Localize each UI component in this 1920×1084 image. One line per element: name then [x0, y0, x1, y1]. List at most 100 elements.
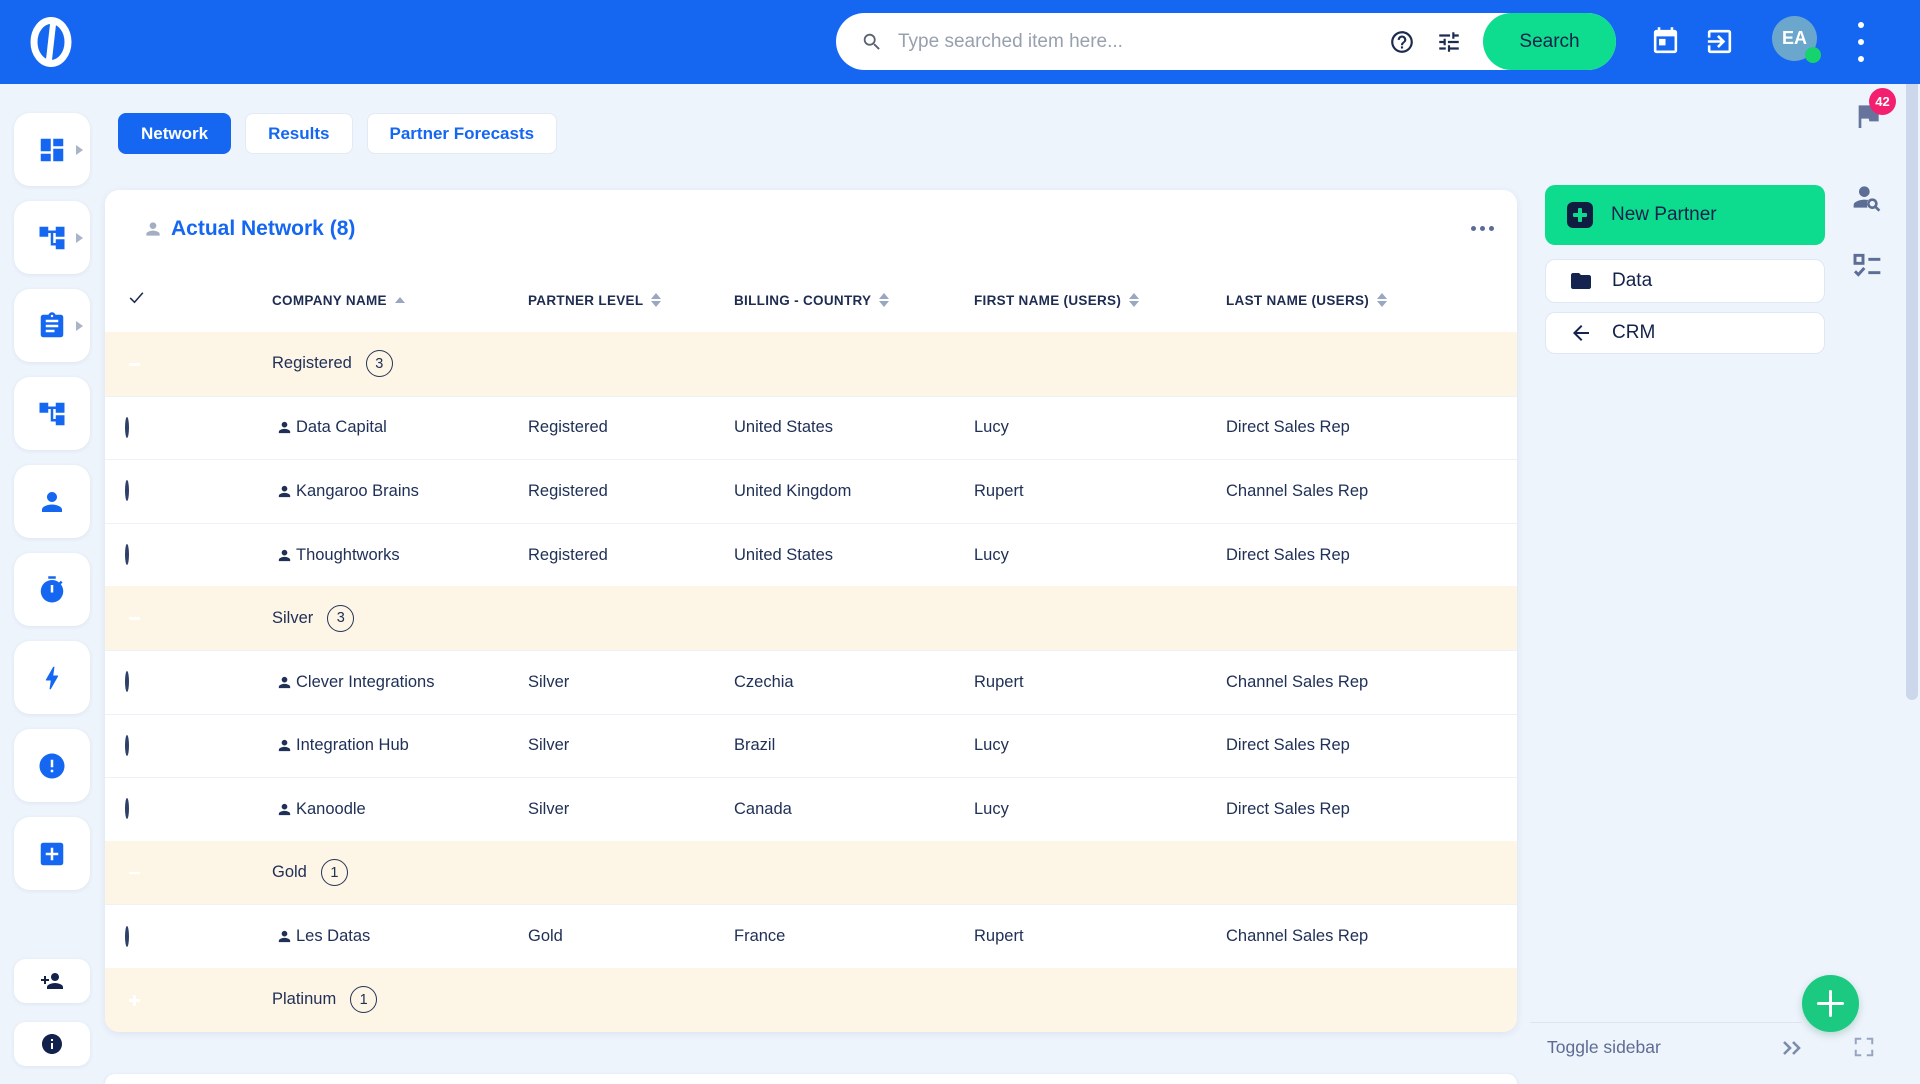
org-tree-icon	[37, 399, 67, 429]
first-name-cell: Lucy	[974, 545, 1009, 564]
crm-button[interactable]: CRM	[1545, 312, 1825, 354]
toggle-sidebar-label[interactable]: Toggle sidebar	[1547, 1037, 1661, 1058]
first-name-cell: Rupert	[974, 481, 1024, 500]
group-row-platinum[interactable]: Platinum 1	[105, 967, 1517, 1032]
person-search-icon[interactable]	[1851, 181, 1883, 213]
row-checkbox[interactable]	[125, 798, 129, 820]
person-add-icon	[40, 969, 64, 993]
sidebar-item-info[interactable]	[14, 1022, 90, 1066]
row-checkbox[interactable]	[125, 416, 129, 438]
search-button[interactable]: Search	[1483, 13, 1616, 70]
calendar-icon[interactable]	[1650, 26, 1681, 57]
company-cell: Thoughtworks	[272, 546, 528, 565]
double-chevron-right-icon[interactable]	[1780, 1038, 1806, 1058]
new-partner-button[interactable]: New Partner	[1545, 185, 1825, 245]
user-avatar[interactable]: EA	[1772, 16, 1821, 63]
first-name-cell: Rupert	[974, 927, 1024, 946]
person-icon	[37, 487, 67, 517]
search-filters-icon[interactable]	[1436, 29, 1462, 55]
table-row-les-datas[interactable]: Les Datas Gold France Rupert Channel Sal…	[105, 904, 1517, 968]
table-menu-icon[interactable]	[1467, 222, 1498, 235]
table-body: Registered 3 Data Capital Registered Uni…	[105, 332, 1517, 1032]
sidebar-item-dashboard[interactable]	[14, 113, 90, 186]
new-partner-label: New Partner	[1611, 204, 1717, 225]
flag-notifications[interactable]: 42	[1850, 88, 1900, 140]
checklist-icon[interactable]	[1851, 250, 1883, 282]
app-logo-icon[interactable]	[26, 13, 76, 71]
data-button[interactable]: Data	[1545, 259, 1825, 303]
column-header-partner-level[interactable]: PARTNER LEVEL	[528, 293, 734, 308]
row-checkbox[interactable]	[125, 925, 129, 947]
sidebar-item-person[interactable]	[14, 465, 90, 538]
company-cell: Kangaroo Brains	[272, 482, 528, 501]
fullscreen-icon[interactable]	[1853, 1036, 1875, 1058]
company-name: Clever Integrations	[296, 672, 435, 691]
row-checkbox[interactable]	[125, 480, 129, 502]
sidebar-item-add-box[interactable]	[14, 817, 90, 890]
select-all-column[interactable]	[105, 288, 272, 312]
table-row-thoughtworks[interactable]: Thoughtworks Registered United States Lu…	[105, 522, 1517, 587]
left-rail-bottom	[14, 959, 90, 1066]
table-row-kangaroo-brains[interactable]: Kangaroo Brains Registered United Kingdo…	[105, 459, 1517, 523]
last-name-cell: Channel Sales Rep	[1226, 927, 1369, 946]
help-icon[interactable]	[1389, 29, 1415, 55]
group-row-gold[interactable]: Gold 1	[105, 840, 1517, 905]
more-options-icon[interactable]	[1858, 22, 1866, 62]
billing-country-cell: Czechia	[734, 672, 794, 691]
online-status-dot	[1805, 47, 1821, 63]
vertical-scrollbar[interactable]	[1906, 60, 1918, 700]
sidebar-item-alert[interactable]	[14, 729, 90, 802]
column-header-first-name-users-[interactable]: FIRST NAME (USERS)	[974, 293, 1226, 308]
billing-country-cell: Brazil	[734, 736, 776, 755]
sidebar-item-bolt[interactable]	[14, 641, 90, 714]
sidebar-item-timer[interactable]	[14, 553, 90, 626]
view-tabs: Network Results Partner Forecasts	[118, 113, 558, 154]
table-row-clever-integrations[interactable]: Clever Integrations Silver Czechia Ruper…	[105, 649, 1517, 714]
group-row-registered[interactable]: Registered 3	[105, 332, 1517, 396]
row-checkbox[interactable]	[125, 671, 129, 693]
person-icon	[278, 740, 291, 752]
table-row-kanoodle[interactable]: Kanoodle Silver Canada Lucy Direct Sales…	[105, 777, 1517, 841]
table-row-integration-hub[interactable]: Integration Hub Silver Brazil Lucy Direc…	[105, 713, 1517, 778]
first-name-cell: Rupert	[974, 672, 1024, 691]
company-name: Data Capital	[296, 418, 387, 437]
last-name-cell: Direct Sales Rep	[1226, 545, 1350, 564]
alert-icon	[37, 751, 67, 781]
tab-network[interactable]: Network	[118, 113, 232, 154]
row-checkbox[interactable]	[125, 544, 129, 566]
partner-level-cell: Registered	[528, 481, 608, 500]
company-name: Kanoodle	[296, 799, 366, 818]
sidebar-item-org-tree[interactable]	[14, 377, 90, 450]
add-fab-button[interactable]	[1802, 975, 1859, 1032]
group-count-badge: 3	[365, 350, 393, 378]
tab-results[interactable]: Results	[245, 113, 353, 154]
actual-network-card: Actual Network (8) COMPANY NAME PARTNER …	[105, 190, 1517, 1032]
first-name-cell: Lucy	[974, 799, 1009, 818]
chevron-right-icon	[76, 320, 83, 331]
group-row-silver[interactable]: Silver 3	[105, 586, 1517, 650]
column-label: FIRST NAME (USERS)	[974, 292, 1122, 308]
company-name: Kangaroo Brains	[296, 481, 419, 500]
sidebar-item-org-tree[interactable]	[14, 201, 90, 274]
company-name: Thoughtworks	[296, 545, 400, 564]
add-box-icon	[37, 839, 67, 869]
company-cell: Kanoodle	[272, 800, 528, 819]
last-name-cell: Channel Sales Rep	[1226, 672, 1369, 691]
sidebar-item-person-add[interactable]	[14, 959, 90, 1003]
column-header-last-name-users-[interactable]: LAST NAME (USERS)	[1226, 293, 1517, 308]
partner-level-cell: Registered	[528, 545, 608, 564]
exit-export-icon[interactable]	[1704, 26, 1735, 57]
table-row-data-capital[interactable]: Data Capital Registered United States Lu…	[105, 395, 1517, 460]
search-input[interactable]	[883, 30, 1389, 53]
person-icon	[278, 485, 291, 498]
column-label: COMPANY NAME	[272, 292, 387, 308]
row-checkbox[interactable]	[125, 734, 129, 756]
sidebar-item-clipboard[interactable]	[14, 289, 90, 362]
tab-partner-forecasts[interactable]: Partner Forecasts	[366, 113, 558, 154]
column-header-company-name[interactable]: COMPANY NAME	[272, 293, 528, 308]
column-header-billing-country[interactable]: BILLING - COUNTRY	[734, 293, 974, 308]
bolt-icon	[37, 663, 67, 693]
company-cell: Integration Hub	[272, 736, 528, 755]
table-title: Actual Network (8)	[171, 217, 356, 240]
partner-level-cell: Silver	[528, 799, 570, 818]
